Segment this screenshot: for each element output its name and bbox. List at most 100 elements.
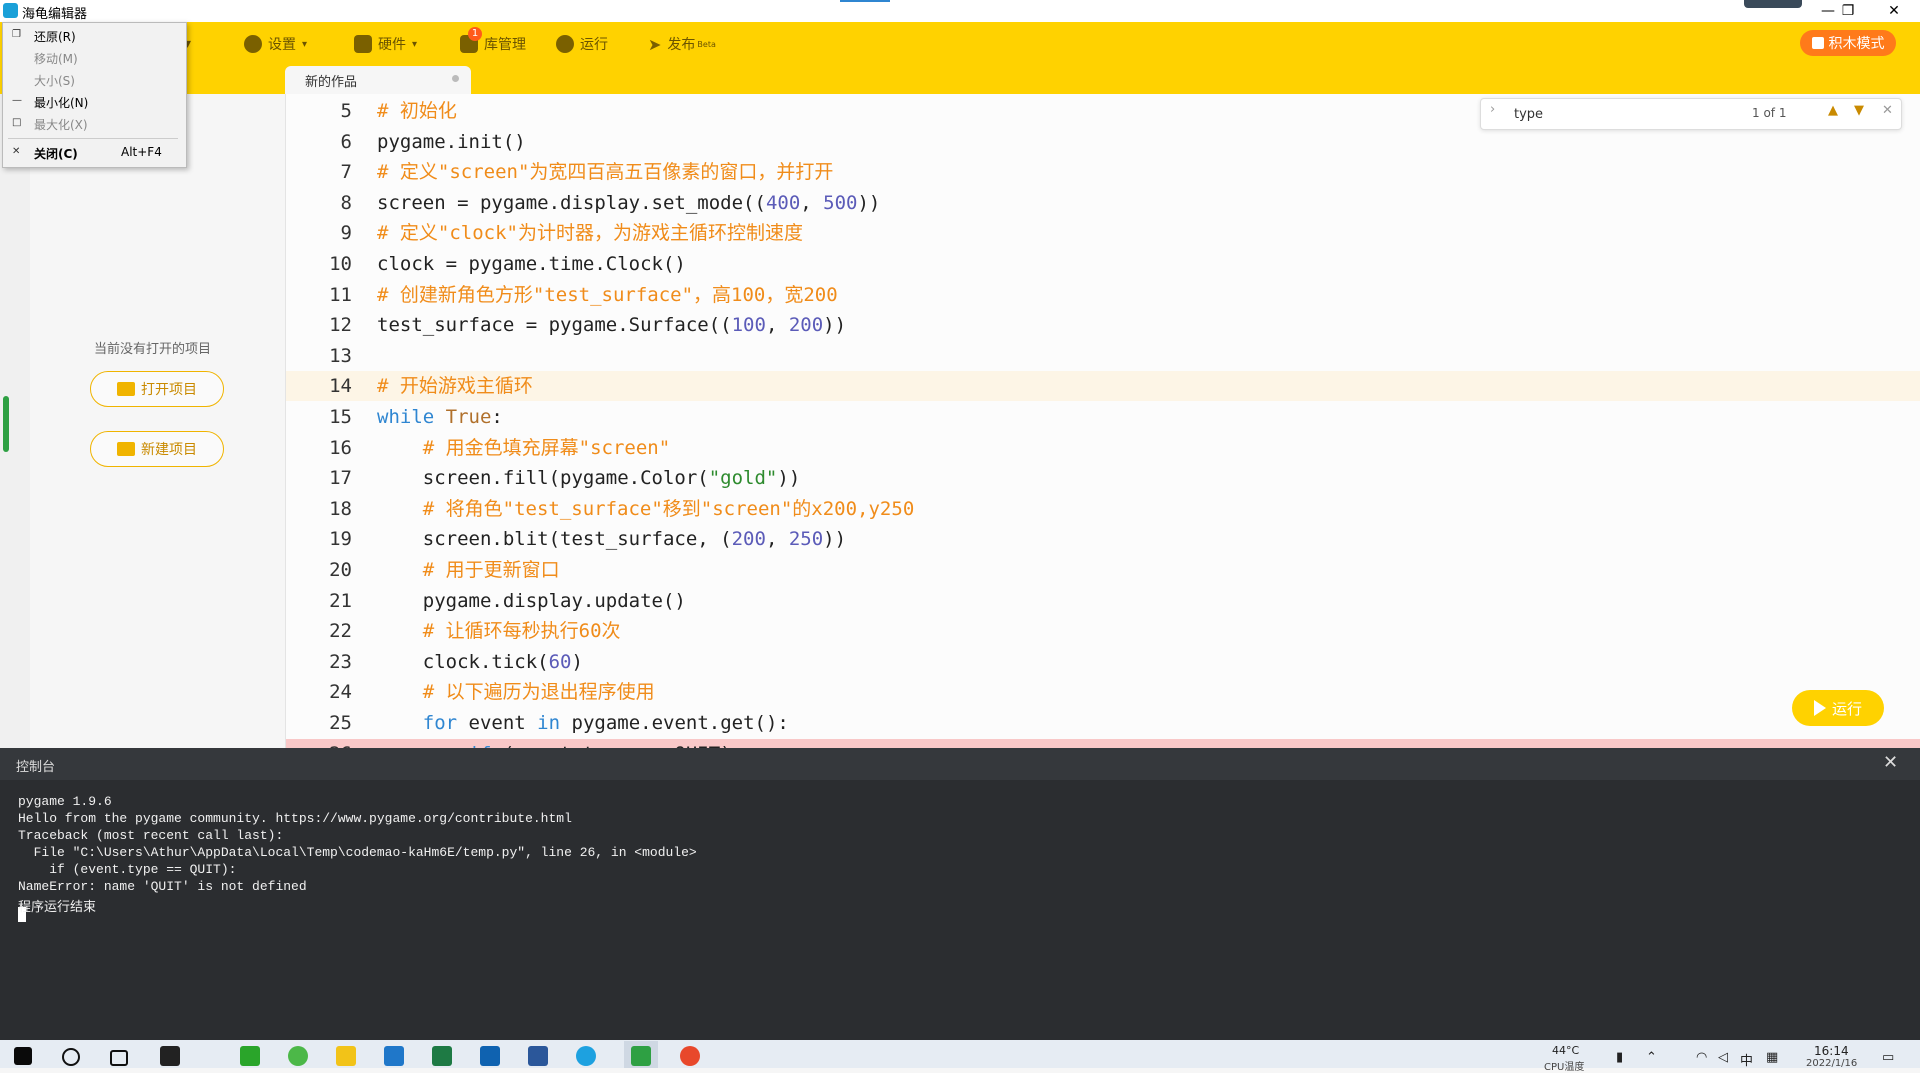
menu-item-maximize[interactable]: 最大化(X) — [34, 116, 88, 133]
volume-icon[interactable]: ◁ — [1718, 1050, 1728, 1065]
code-line[interactable]: 25 for event in pygame.event.get(): — [286, 708, 1920, 738]
find-input[interactable] — [1512, 103, 1746, 125]
project-sidebar — [30, 94, 286, 748]
close-console-icon[interactable]: ✕ — [1883, 752, 1898, 773]
code-line[interactable]: 17 screen.fill(pygame.Color("gold")) — [286, 463, 1920, 493]
code-line[interactable]: 24 # 以下遍历为退出程序使用 — [286, 677, 1920, 707]
run-button[interactable]: 运行 — [1792, 690, 1884, 726]
find-close-icon[interactable]: ✕ — [1882, 103, 1893, 118]
toolbar-run[interactable]: 运行 — [556, 33, 608, 55]
code-line[interactable]: 14 # 开始游戏主循环 — [286, 371, 1920, 402]
tab-label: 新的作品 — [305, 75, 358, 90]
ime-indicator[interactable]: 中 — [1740, 1050, 1753, 1069]
code-editor[interactable]: 5 # 初始化 6 pygame.init() 7 # 定义"screen"为宽四百高五百… — [286, 94, 1920, 748]
line-number: 22 — [329, 620, 352, 643]
code-line[interactable]: 23 clock.tick(60) — [286, 647, 1920, 677]
task-view-icon[interactable] — [110, 1050, 128, 1066]
code-line[interactable]: 12 test_surface = pygame.Surface((100, 20… — [286, 310, 1920, 340]
open-project-button[interactable]: 打开项目 — [90, 371, 224, 407]
console-line: Hello from the pygame community. https:/… — [18, 811, 572, 826]
menu-item-size[interactable]: 大小(S) — [34, 72, 75, 89]
code-line[interactable]: 9 # 定义"clock"为计时器，为游戏主循环控制速度 — [286, 218, 1920, 248]
line-code: # 用金色填充屏幕"screen" — [422, 436, 671, 459]
code-line[interactable]: 18 # 将角色"test_surface"移到"screen"的x200,y2… — [286, 494, 1920, 524]
edge-icon[interactable] — [576, 1046, 596, 1066]
hardware-icon — [354, 35, 372, 53]
code-line[interactable]: 19 screen.blit(test_surface, (200, 250)) — [286, 524, 1920, 554]
toolbar-publish[interactable]: ➤ 发布 Beta — [648, 33, 716, 55]
code-line[interactable]: 22 # 让循环每秒执行60次 — [286, 616, 1920, 646]
code-line[interactable]: 6 pygame.init() — [286, 127, 1920, 157]
line-code: if (event.type == QUIT): — [377, 739, 744, 748]
line-number: 12 — [329, 314, 352, 337]
code-line[interactable]: 8 screen = pygame.display.set_mode((400, … — [286, 188, 1920, 218]
unsaved-dot-icon[interactable] — [452, 75, 459, 82]
line-code: screen = pygame.display.set_mode((400, 5… — [377, 191, 881, 214]
wifi-icon[interactable]: ◠ — [1696, 1050, 1707, 1065]
block-mode-label: 积木模式 — [1828, 36, 1885, 52]
menu-item-restore[interactable]: 还原(R) — [34, 28, 76, 45]
line-number: 8 — [340, 191, 352, 214]
code-line[interactable]: 13 — [286, 341, 1920, 371]
console-line: NameError: name 'QUIT' is not defined — [18, 879, 307, 894]
file-explorer-icon[interactable] — [336, 1046, 356, 1066]
title-indicator — [840, 0, 890, 2]
menu-item-minimize[interactable]: 最小化(N) — [34, 94, 88, 111]
outlook-icon[interactable] — [480, 1046, 500, 1066]
wechat-icon[interactable] — [240, 1046, 260, 1066]
line-number: 9 — [340, 222, 352, 245]
line-number: 20 — [329, 559, 352, 581]
code-line[interactable]: 10 clock = pygame.time.Clock() — [286, 249, 1920, 279]
play-icon — [1813, 700, 1826, 716]
battery-icon[interactable]: ▮ — [1616, 1050, 1623, 1065]
code-line[interactable]: 20 # 用于更新窗口 — [286, 555, 1920, 585]
menu-item-close[interactable]: 关闭(C) — [34, 145, 78, 162]
toolbar-hardware[interactable]: 硬件 ▾ — [354, 33, 417, 55]
window-thumbnail — [1744, 0, 1802, 8]
chevron-up-icon[interactable]: ⌃ — [1646, 1050, 1657, 1065]
turtle-editor-icon[interactable] — [631, 1046, 651, 1066]
excel-icon[interactable] — [432, 1046, 452, 1066]
open-project-label: 打开项目 — [141, 382, 197, 398]
close-window-button[interactable]: ✕ — [1871, 0, 1917, 22]
menu-minimize-icon: — — [12, 95, 22, 106]
find-next-icon[interactable]: ▼ — [1854, 103, 1864, 118]
console-header — [0, 748, 1920, 780]
app-icon-2[interactable] — [680, 1046, 700, 1066]
tray-time[interactable]: 16:14 — [1814, 1044, 1849, 1058]
search-icon[interactable] — [62, 1048, 80, 1066]
code-line[interactable]: 15 while True: — [286, 402, 1920, 432]
menu-item-move[interactable]: 移动(M) — [34, 50, 78, 67]
toolbar-hardware-label: 硬件 — [378, 37, 406, 53]
browser-icon[interactable] — [288, 1046, 308, 1066]
line-number: 24 — [329, 681, 352, 704]
find-count: 1 of 1 — [1752, 106, 1787, 120]
library-badge: 1 — [468, 27, 482, 41]
keyboard-icon[interactable]: ▦ — [1766, 1050, 1778, 1065]
code-line[interactable]: 26 if (event.type == QUIT): — [286, 738, 1920, 748]
code-line[interactable]: 21 pygame.display.update() — [286, 586, 1920, 616]
menu-separator — [8, 138, 178, 139]
code-line[interactable]: 11 # 创建新角色方形"test_surface"，高100，宽200 — [286, 280, 1920, 310]
chevron-right-icon[interactable]: › — [1490, 102, 1495, 117]
tray-date[interactable]: 2022/1/16 — [1806, 1058, 1857, 1069]
find-previous-icon[interactable]: ▲ — [1828, 103, 1838, 118]
app-logo-icon[interactable] — [3, 3, 18, 18]
line-code: clock.tick(60) — [377, 650, 583, 673]
new-project-button[interactable]: 新建项目 — [90, 431, 224, 467]
restore-button[interactable]: ❐ — [1825, 0, 1871, 22]
mail-icon[interactable] — [384, 1046, 404, 1066]
toolbar-library[interactable]: 1 库管理 — [460, 27, 526, 55]
publish-icon: ➤ — [648, 34, 662, 54]
app-icon-1[interactable] — [160, 1046, 180, 1066]
line-number: 5 — [340, 100, 352, 122]
toolbar-settings[interactable]: 设置 ▾ — [244, 33, 307, 55]
windows-start-icon[interactable] — [14, 1047, 32, 1065]
code-line[interactable]: 16 # 用金色填充屏幕"screen" — [286, 433, 1920, 463]
notification-icon[interactable]: ▭ — [1882, 1050, 1894, 1065]
code-line[interactable]: 7 # 定义"screen"为宽四百高五百像素的窗口，并打开 — [286, 157, 1920, 187]
block-mode-button[interactable]: 积木模式 — [1800, 30, 1896, 56]
word-icon[interactable] — [528, 1046, 548, 1066]
sidebar-resize-handle[interactable] — [3, 396, 9, 452]
tray-temperature: 44°C — [1552, 1044, 1580, 1057]
